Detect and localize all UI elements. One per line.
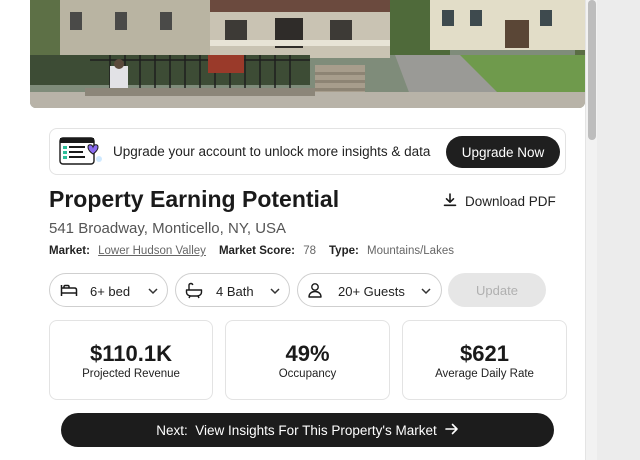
person-icon [307,282,323,301]
market-meta: Market: Lower Hudson Valley Market Score… [49,245,467,257]
market-label: Market: [49,245,90,257]
bath-icon [185,282,203,302]
upgrade-banner-text: Upgrade your account to unlock more insi… [113,144,431,159]
occupancy-value: 49% [285,341,330,366]
type-info: Type: Mountains/Lakes [329,245,454,257]
beds-value: 6+ bed [90,284,131,299]
next-button-label: Next: View Insights For This Property's … [156,422,437,438]
bed-icon [60,282,78,301]
market-info: Market: Lower Hudson Valley [49,245,206,257]
stat-card-occupancy: 49% Occupancy [225,320,390,400]
scrollbar-thumb[interactable] [588,0,596,140]
market-score-label: Market Score: [218,245,295,257]
market-link[interactable]: Lower Hudson Valley [98,245,206,257]
chevron-down-icon [147,285,159,300]
type-label: Type: [329,245,359,257]
update-button[interactable]: Update [448,273,546,307]
chevron-down-icon [420,285,432,300]
guests-select[interactable]: 20+ Guests [297,273,442,307]
average-daily-rate-value: $621 [460,341,509,366]
property-photo [30,0,585,108]
property-address: 541 Broadway, Monticello, NY, USA [49,220,287,237]
stat-card-adr: $621 Average Daily Rate [402,320,567,400]
occupancy-label: Occupancy [278,368,337,380]
type-value: Mountains/Lakes [367,245,454,257]
download-pdf-button[interactable]: Download PDF [443,193,556,210]
download-icon [443,193,457,210]
insights-illustration-icon [58,135,104,169]
beds-select[interactable]: 6+ bed [49,273,168,307]
upgrade-now-button[interactable]: Upgrade Now [446,136,560,168]
stat-card-revenue: $110.1K Projected Revenue [49,320,213,400]
guests-value: 20+ Guests [338,284,405,299]
baths-select[interactable]: 4 Bath [175,273,290,307]
page: Upgrade your account to unlock more insi… [0,0,640,460]
page-title: Property Earning Potential [49,186,340,212]
next-market-insights-button[interactable]: Next: View Insights For This Property's … [61,413,554,447]
market-score-info: Market Score: 78 [219,245,316,257]
upgrade-banner: Upgrade your account to unlock more insi… [49,128,566,175]
baths-value: 4 Bath [216,284,254,299]
download-pdf-label: Download PDF [465,194,556,209]
projected-revenue-label: Projected Revenue [82,368,180,380]
right-rail [597,0,640,460]
chevron-down-icon [269,285,281,300]
arrow-right-icon [444,423,459,438]
average-daily-rate-label: Average Daily Rate [435,368,534,380]
market-score-value: 78 [303,245,316,257]
scrollbar[interactable] [585,0,597,460]
projected-revenue-value: $110.1K [90,341,172,366]
